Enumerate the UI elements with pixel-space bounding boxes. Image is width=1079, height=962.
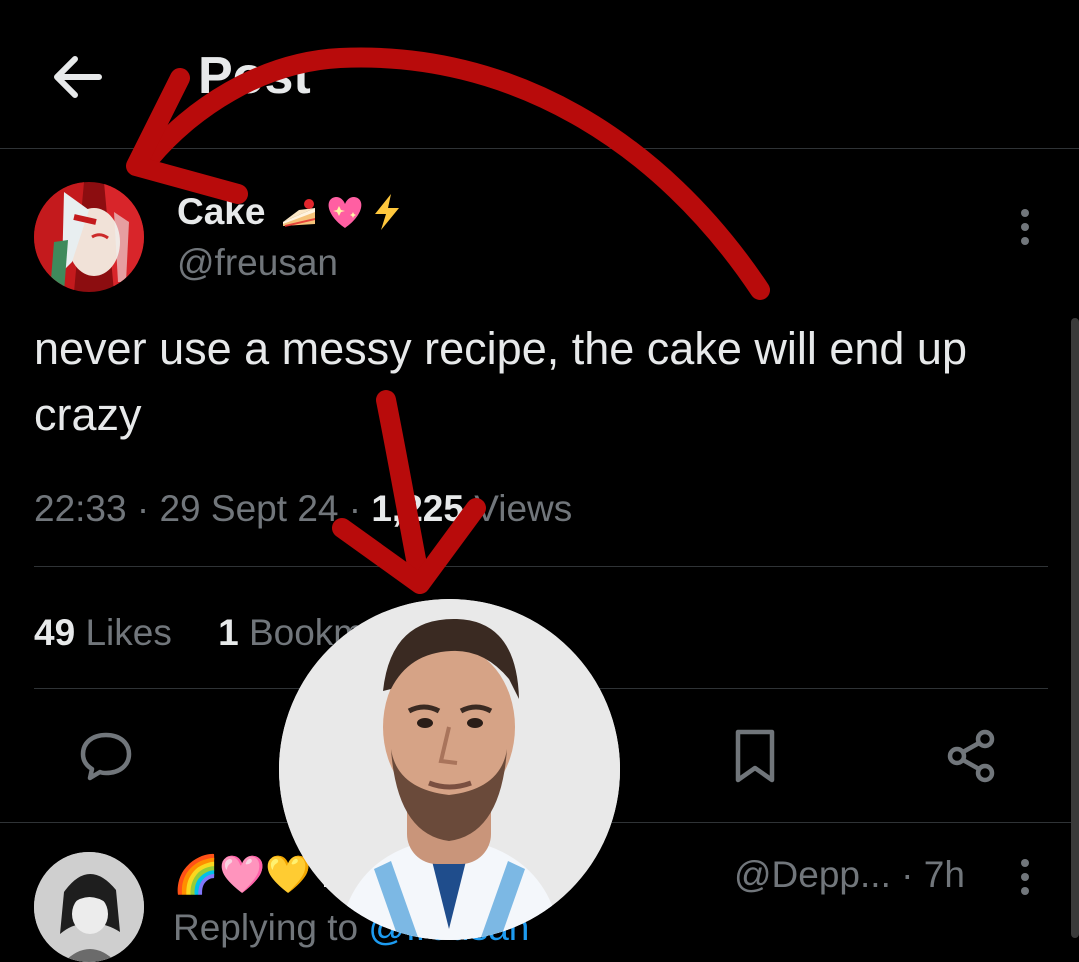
scrollbar[interactable]	[1071, 318, 1079, 938]
more-vertical-icon	[1021, 209, 1029, 245]
reply-age: 7h	[923, 854, 965, 895]
comment-icon	[80, 732, 132, 781]
reply-avatar[interactable]	[34, 852, 144, 962]
share-button[interactable]	[941, 726, 1001, 786]
top-bar: Post	[0, 0, 1079, 149]
lightning-emoji-icon	[375, 194, 400, 230]
bookmark-button[interactable]	[725, 726, 785, 786]
post-time[interactable]: 22:33	[34, 488, 127, 529]
replying-prefix: Replying to	[173, 907, 359, 948]
likes-label: Likes	[85, 612, 172, 653]
portrait-photo	[279, 599, 620, 940]
cake-emoji-icon	[283, 199, 316, 227]
post-meta: 22:33 · 29 Sept 24 · 1,225 Views	[34, 484, 572, 534]
author-name[interactable]: Cake	[177, 189, 403, 235]
bookmark-icon	[735, 729, 775, 783]
views-count: 1,225	[371, 488, 464, 529]
post-more-button[interactable]	[1005, 202, 1045, 252]
back-button[interactable]	[44, 44, 110, 110]
share-icon	[947, 729, 995, 783]
bookmarks-count: 1	[218, 612, 239, 653]
post-text: never use a messy recipe, the cake will …	[34, 323, 967, 440]
sparkling-heart-emoji-icon	[329, 197, 362, 228]
author-avatar[interactable]	[34, 182, 144, 292]
likes-count: 49	[34, 612, 76, 653]
reply-more-button[interactable]	[1005, 852, 1045, 902]
likes-stat[interactable]: 49 Likes	[34, 608, 172, 658]
author-emojis	[279, 192, 403, 232]
arrow-left-icon	[54, 56, 102, 98]
reply-meta: @Depp... · 7h	[734, 850, 965, 900]
author-handle[interactable]: @freusan	[177, 240, 338, 286]
post-date[interactable]: 29 Sept 24	[159, 488, 338, 529]
reply-button[interactable]	[76, 726, 136, 786]
meta-separator: ·	[348, 488, 372, 529]
divider	[34, 566, 1048, 567]
views-label: Views	[474, 488, 573, 529]
author-name-text: Cake	[177, 191, 266, 232]
more-vertical-icon	[1021, 859, 1029, 895]
meta-separator: ·	[136, 488, 160, 529]
reply-author-handle[interactable]: @Depp...	[734, 854, 891, 895]
page-title: Post	[198, 47, 311, 105]
meta-separator: ·	[901, 854, 924, 895]
